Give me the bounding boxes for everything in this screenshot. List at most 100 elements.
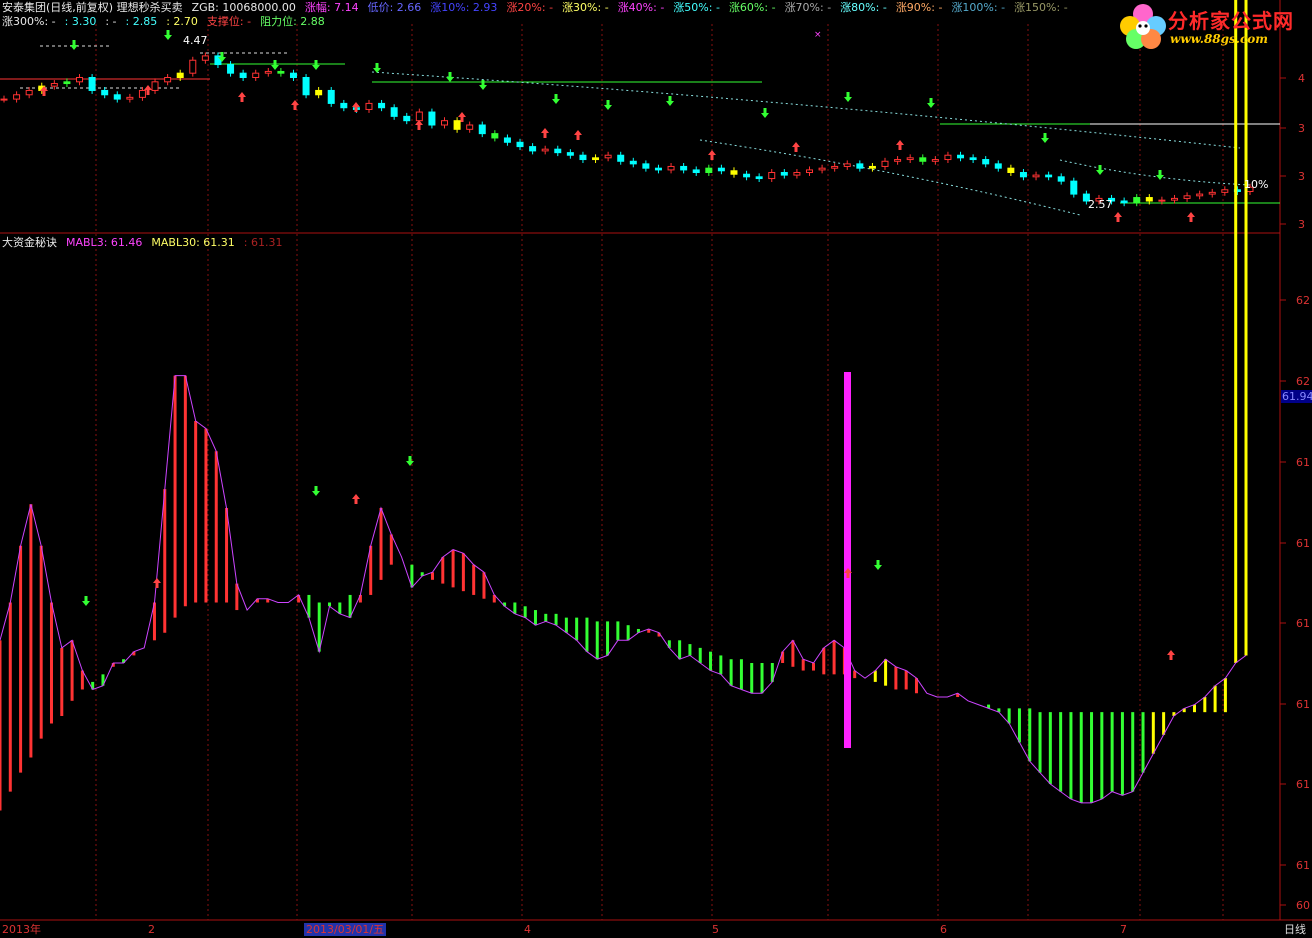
candle-body	[101, 89, 109, 96]
buy-arrow-icon	[415, 120, 423, 130]
row1-item: 涨10%: 2.93	[430, 1, 498, 14]
candle-body	[189, 59, 197, 74]
candle-body	[365, 102, 373, 110]
site-logo: 分析家公式网 www.88gs.com	[1116, 2, 1308, 50]
candle-body	[881, 160, 889, 167]
candle-body	[1145, 197, 1153, 202]
candle-body	[1183, 195, 1191, 199]
candle-body	[516, 141, 524, 148]
candle-body	[982, 159, 990, 165]
candle-body	[164, 77, 172, 83]
lower-y-tick: 61	[1296, 778, 1310, 791]
row2-item: 支撑位: -	[206, 15, 252, 28]
lower-y-tick: 61	[1296, 537, 1310, 550]
candle-body	[1208, 191, 1216, 195]
x-axis-label: 2	[148, 923, 155, 936]
candle-body	[592, 157, 600, 161]
sell-arrow-icon	[844, 92, 852, 102]
row2-item: : 3.30	[64, 15, 97, 28]
upper-y-tick: 3	[1298, 122, 1305, 135]
row1-item: 涨90%: -	[895, 1, 943, 14]
candle-body	[730, 170, 738, 175]
buy-arrow-icon	[1187, 212, 1195, 222]
candle-body	[126, 96, 134, 100]
candle-body	[327, 89, 335, 104]
candle-body	[692, 169, 700, 173]
period-label: 日线	[1284, 923, 1306, 936]
candle-body	[579, 154, 587, 161]
candle-body	[277, 70, 285, 74]
x-axis-label: 2013年	[2, 923, 41, 936]
candle-body	[1170, 197, 1178, 201]
candle-body	[541, 148, 549, 152]
candle-body	[793, 172, 801, 176]
upper-y-tick: 3	[1298, 218, 1305, 231]
row2-item: : 2.70	[166, 15, 198, 28]
sell-arrow-icon	[312, 486, 320, 496]
sell-arrow-icon	[271, 60, 279, 70]
row1-item: 低价: 2.66	[367, 1, 422, 14]
buy-arrow-icon	[1167, 650, 1175, 660]
candle-body	[654, 167, 662, 171]
row1-item: ZGB: 10068000.00	[191, 1, 296, 14]
buy-arrow-icon	[291, 100, 299, 110]
lower-y-tick: 60	[1296, 899, 1310, 912]
candle-body	[88, 77, 96, 91]
candle-body	[428, 111, 436, 126]
candle-body	[554, 148, 562, 154]
candle-body	[994, 163, 1002, 169]
candle-body	[919, 157, 927, 162]
candle-body	[755, 176, 763, 180]
candle-body	[113, 94, 121, 100]
candle-body	[390, 107, 398, 117]
candle-body	[1032, 174, 1040, 178]
buy-arrow-icon	[352, 102, 360, 112]
sell-arrow-icon	[1096, 165, 1104, 175]
flower-logo-icon	[1120, 4, 1166, 49]
mabl3-line	[0, 375, 1247, 804]
candle-body	[894, 159, 902, 162]
buy-arrow-icon	[574, 130, 582, 140]
x-axis-label: 5	[712, 923, 719, 936]
lower-y-tick: 61	[1296, 617, 1310, 630]
sell-arrow-icon	[312, 60, 320, 70]
logo-title: 分析家公式网	[1168, 9, 1294, 33]
candle-body	[453, 120, 461, 130]
candle-body	[315, 89, 323, 96]
upper-y-tick: 4	[1298, 72, 1305, 85]
candle-body	[415, 111, 423, 122]
candle-body	[239, 72, 247, 78]
buy-arrow-icon	[708, 150, 716, 160]
row1-item: 涨50%: -	[673, 1, 720, 14]
row2-item: 涨300%: -	[2, 15, 56, 28]
x-axis-label: 7	[1120, 923, 1127, 936]
candle-body	[617, 154, 625, 162]
candle-body	[1221, 189, 1229, 193]
candle-body	[0, 98, 8, 101]
candle-body	[441, 120, 449, 126]
candle-body	[340, 102, 348, 109]
candle-body	[566, 152, 574, 156]
channel-upper	[371, 71, 1241, 149]
lower-y-tick: 61	[1296, 859, 1310, 872]
row1-item: 安泰集团(日线,前复权) 理想秒杀买卖	[2, 1, 183, 14]
candle-body	[201, 55, 209, 61]
buy-arrow-icon	[792, 142, 800, 152]
channel-right	[1059, 159, 1251, 186]
sell-arrow-icon	[874, 560, 882, 570]
candle-body	[403, 115, 411, 122]
buy-arrow-icon	[238, 92, 246, 102]
candle-body	[831, 165, 839, 169]
high-price-label: 4.47	[183, 34, 208, 47]
candle-body	[780, 172, 788, 176]
candle-body	[378, 102, 386, 109]
chart-canvas: ×	[0, 0, 1312, 921]
candle-body	[856, 163, 864, 169]
sell-arrow-icon	[446, 72, 454, 82]
signal-bar	[844, 372, 851, 748]
candle-body	[843, 163, 851, 167]
candle-body	[503, 137, 511, 143]
candle-body	[957, 154, 965, 159]
candle-body	[302, 77, 310, 96]
row2-item: : -	[105, 15, 117, 28]
